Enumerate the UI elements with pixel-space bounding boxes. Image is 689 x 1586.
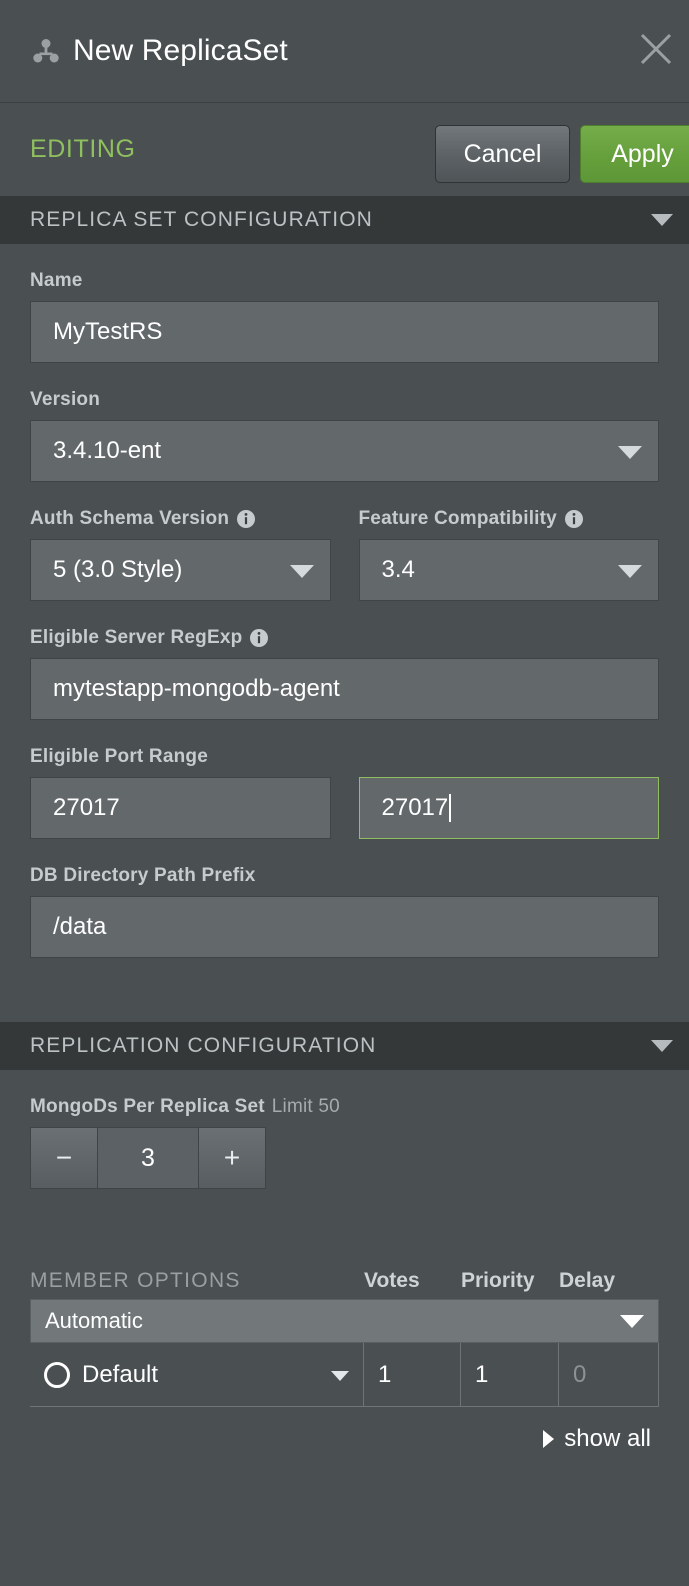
cancel-button[interactable]: Cancel	[435, 125, 570, 183]
info-icon[interactable]	[564, 510, 583, 528]
mongods-limit-text: Limit 50	[271, 1096, 340, 1117]
chevron-down-icon	[618, 565, 642, 578]
show-all-label: show all	[564, 1425, 651, 1452]
title-bar: New ReplicaSet	[0, 0, 689, 103]
mongods-quantity-stepper: − 3 +	[30, 1127, 266, 1189]
feature-compatibility-select[interactable]: 3.4	[358, 539, 659, 601]
name-label: Name	[30, 270, 83, 291]
text-cursor	[449, 794, 452, 822]
db-directory-path-prefix-label: DB Directory Path Prefix	[30, 865, 256, 886]
feature-compatibility-label: Feature Compatibility	[359, 508, 660, 530]
field-feature-compatibility: Feature Compatibility 3.4	[358, 508, 660, 601]
page-title: New ReplicaSet	[73, 34, 288, 67]
port-range-start-wrap: 27017	[30, 777, 331, 839]
member-type-select[interactable]: Default	[30, 1343, 364, 1406]
port-range-end-wrap: 27017	[358, 777, 659, 839]
replica-set-configuration-body: Name MyTestRS Version 3.4.10-ent Auth Sc…	[0, 244, 689, 1022]
eligible-server-regexp-label-text: Eligible Server RegExp	[30, 627, 243, 648]
member-options: MEMBER OPTIONS Votes Priority Delay Auto…	[0, 1253, 689, 1453]
member-type-value: Default	[82, 1360, 159, 1388]
chevron-down-icon	[618, 446, 642, 459]
chevron-down-icon	[651, 1040, 673, 1052]
field-eligible-port-range: Eligible Port Range 27017 27017	[30, 720, 659, 839]
field-auth-and-compat: Auth Schema Version 5 (3.0 Style) Featur…	[30, 482, 659, 601]
action-buttons: Cancel Apply	[435, 125, 689, 183]
replica-set-icon	[33, 39, 59, 63]
info-icon[interactable]	[237, 510, 256, 528]
field-db-directory-path-prefix: DB Directory Path Prefix /data	[30, 839, 659, 958]
eligible-port-range-label: Eligible Port Range	[30, 746, 208, 767]
triangle-right-icon	[543, 1430, 555, 1448]
section-header-replication-configuration[interactable]: REPLICATION CONFIGURATION	[0, 1022, 689, 1070]
new-replicaset-panel: New ReplicaSet EDITING Cancel Apply REPL…	[0, 0, 689, 1586]
member-options-header: MEMBER OPTIONS Votes Priority Delay	[30, 1253, 659, 1293]
status-badge: EDITING	[30, 135, 136, 163]
member-automatic-value: Automatic	[45, 1308, 143, 1333]
eligible-server-regexp-input[interactable]: mytestapp-mongodb-agent	[30, 658, 659, 720]
section-title: REPLICA SET CONFIGURATION	[30, 208, 373, 231]
auth-schema-version-label-text: Auth Schema Version	[30, 508, 230, 529]
eligible-server-regexp-value: mytestapp-mongodb-agent	[53, 675, 340, 702]
port-range-end-value: 27017	[381, 794, 449, 821]
db-directory-path-prefix-value: /data	[53, 913, 107, 940]
port-range-end-input[interactable]: 27017	[358, 777, 659, 839]
db-directory-path-prefix-input[interactable]: /data	[30, 896, 659, 958]
mongods-increment-button[interactable]: +	[198, 1127, 266, 1189]
member-options-title: MEMBER OPTIONS	[30, 1269, 241, 1292]
column-header-priority: Priority	[461, 1269, 535, 1292]
auth-schema-version-select[interactable]: 5 (3.0 Style)	[30, 539, 331, 601]
chevron-down-icon	[289, 565, 314, 578]
chevron-down-icon	[651, 214, 673, 226]
port-range-start-value: 27017	[53, 794, 120, 821]
feature-compatibility-value: 3.4	[381, 556, 415, 583]
replication-configuration-body: MongoDs Per Replica Set Limit 50 − 3 +	[0, 1070, 689, 1253]
field-mongods-per-replica-set: MongoDs Per Replica Set Limit 50 − 3 +	[30, 1070, 659, 1189]
chevron-down-icon	[620, 1315, 644, 1328]
eligible-port-range-row: 27017 27017	[30, 777, 659, 839]
member-delay-cell[interactable]: 0	[559, 1343, 659, 1406]
name-input-value: MyTestRS	[53, 318, 163, 345]
eligible-server-regexp-label: Eligible Server RegExp	[30, 627, 659, 649]
mongods-value[interactable]: 3	[98, 1127, 198, 1189]
field-auth-schema-version: Auth Schema Version 5 (3.0 Style)	[30, 508, 331, 601]
table-row: Default 1 1 0	[30, 1343, 659, 1407]
version-select[interactable]: 3.4.10-ent	[30, 420, 659, 482]
info-icon[interactable]	[250, 629, 269, 647]
close-icon[interactable]	[637, 30, 675, 68]
member-automatic-select[interactable]: Automatic	[30, 1299, 659, 1343]
section-title: REPLICATION CONFIGURATION	[30, 1034, 377, 1057]
version-label: Version	[30, 389, 101, 410]
member-priority-cell[interactable]: 1	[461, 1343, 559, 1406]
section-header-replica-set-configuration[interactable]: REPLICA SET CONFIGURATION	[0, 196, 689, 244]
apply-button[interactable]: Apply	[580, 125, 689, 183]
mongods-decrement-button[interactable]: −	[30, 1127, 98, 1189]
column-header-delay: Delay	[559, 1269, 616, 1292]
member-votes-cell[interactable]: 1	[364, 1343, 461, 1406]
radio-icon[interactable]	[44, 1361, 70, 1388]
show-all-toggle[interactable]: show all	[30, 1407, 659, 1453]
action-bar: EDITING Cancel Apply	[0, 103, 689, 196]
column-header-votes: Votes	[364, 1269, 420, 1292]
chevron-down-icon	[331, 1371, 349, 1381]
mongods-per-replica-set-label: MongoDs Per Replica Set Limit 50	[30, 1096, 659, 1118]
name-input[interactable]: MyTestRS	[30, 301, 659, 363]
field-eligible-server-regexp: Eligible Server RegExp mytestapp-mongodb…	[30, 601, 659, 720]
field-version: Version 3.4.10-ent	[30, 363, 659, 482]
auth-schema-version-value: 5 (3.0 Style)	[53, 556, 183, 583]
field-name: Name MyTestRS	[30, 244, 659, 363]
mongods-label-text: MongoDs Per Replica Set	[30, 1096, 265, 1117]
version-select-value: 3.4.10-ent	[53, 437, 162, 464]
port-range-start-input[interactable]: 27017	[30, 777, 331, 839]
feature-compatibility-label-text: Feature Compatibility	[358, 508, 557, 529]
auth-schema-version-label: Auth Schema Version	[30, 508, 331, 530]
